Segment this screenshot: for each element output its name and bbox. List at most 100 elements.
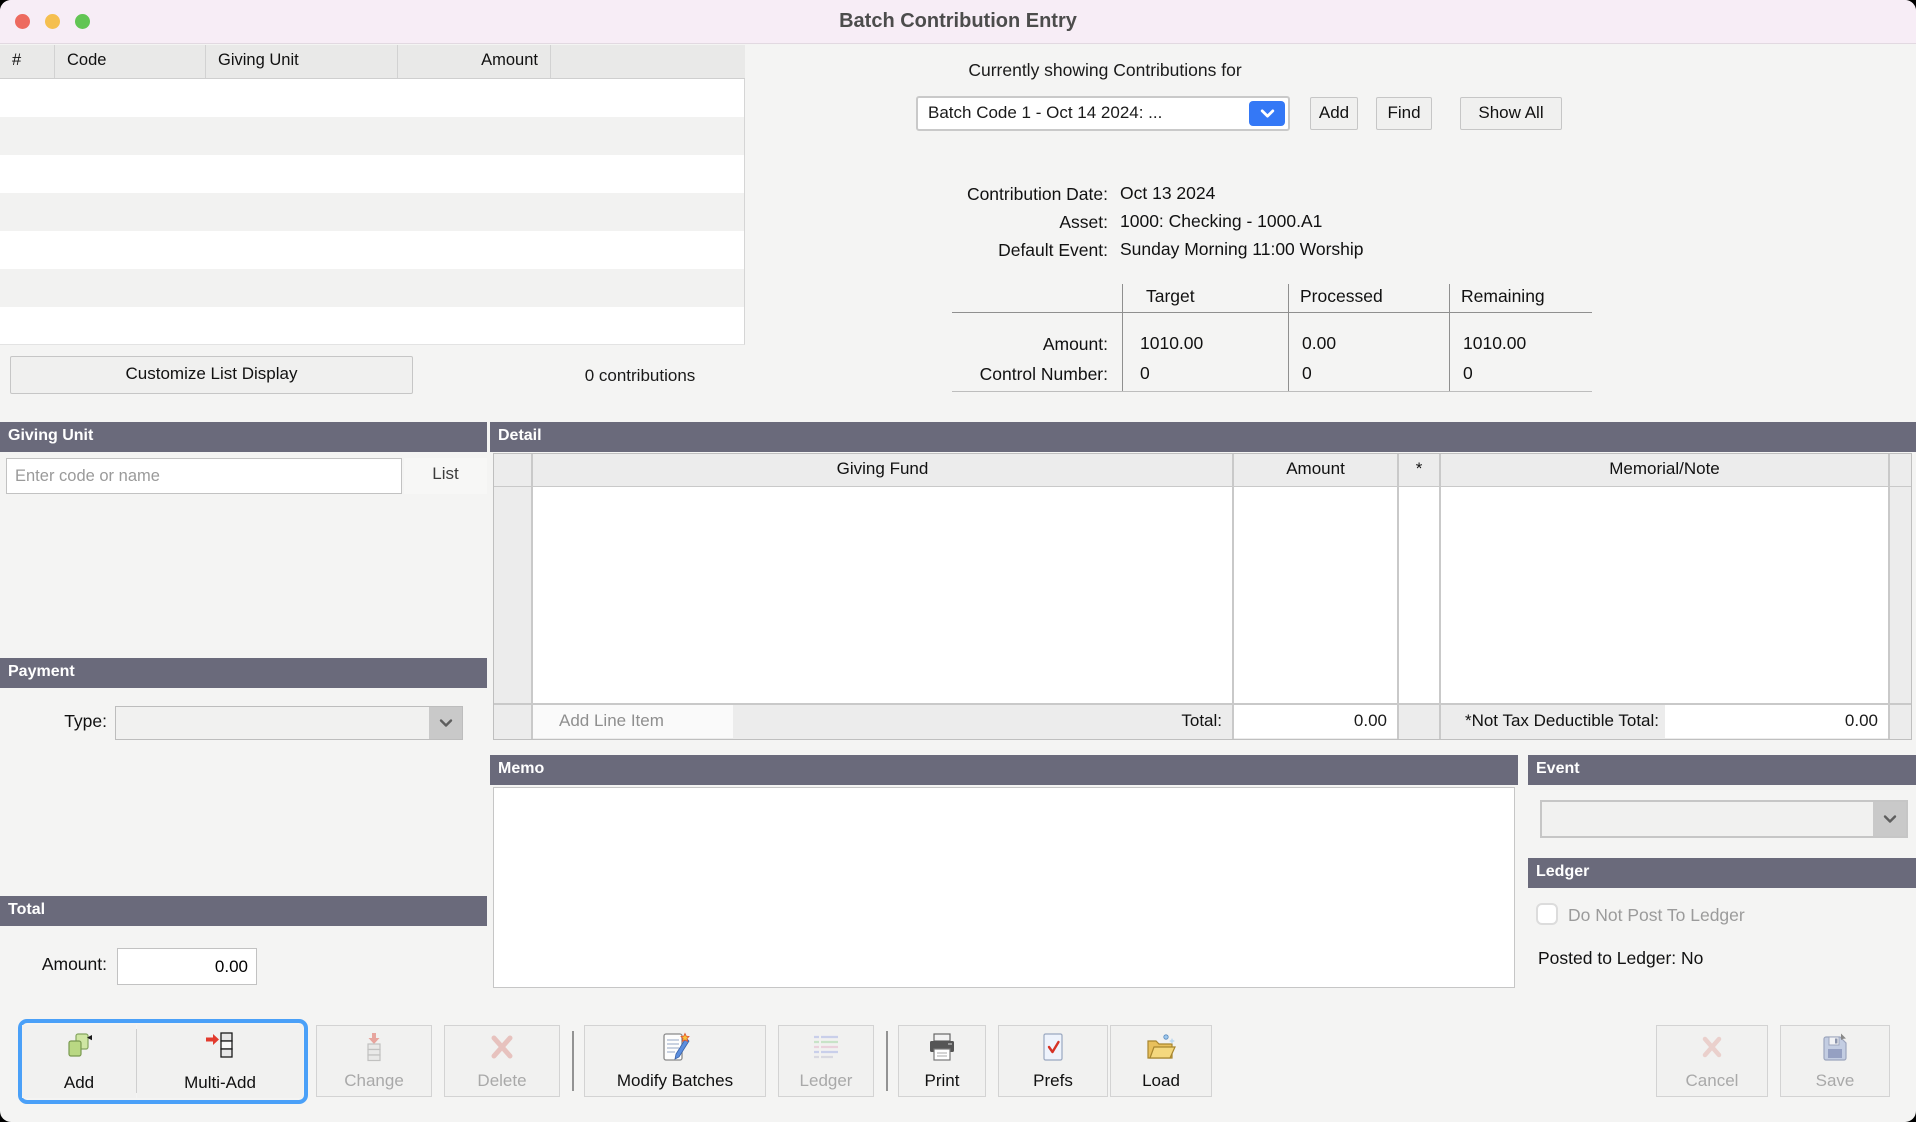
contribution-list-header: # Code Giving Unit Amount <box>0 45 745 79</box>
ledger-band: Ledger <box>1528 858 1916 888</box>
customize-list-display-button[interactable]: Customize List Display <box>10 356 413 394</box>
load-icon <box>1111 1032 1211 1062</box>
total-amount-label: Amount: <box>0 954 107 975</box>
summary-control-target: 0 <box>1140 363 1150 384</box>
total-amount-input[interactable] <box>117 948 257 985</box>
not-tax-deductible-value: 0.00 <box>1665 705 1888 738</box>
ledger-icon <box>779 1032 873 1062</box>
chevron-down-icon[interactable] <box>1873 802 1906 836</box>
giving-unit-band: Giving Unit <box>0 422 487 452</box>
detail-col-giving-fund: Giving Fund Add Line Item Total: <box>531 454 1232 739</box>
payment-type-label: Type: <box>0 711 107 732</box>
list-row <box>0 155 744 193</box>
event-band: Event <box>1528 755 1916 785</box>
batch-select-value: Batch Code 1 - Oct 14 2024: ... <box>918 98 1288 123</box>
modify-batches-button[interactable]: Modify Batches <box>584 1025 766 1097</box>
memo-band: Memo <box>490 755 1518 785</box>
not-tax-deductible-label: *Not Tax Deductible Total: <box>1441 705 1665 738</box>
total-band: Total <box>0 896 487 926</box>
detail-amount-cells[interactable] <box>1234 487 1397 703</box>
detail-star-cells[interactable] <box>1399 487 1439 703</box>
multi-add-button[interactable]: Multi-Add <box>137 1025 303 1098</box>
detail-giving-fund-cells[interactable] <box>533 487 1232 703</box>
contribution-date-label: Contribution Date: <box>860 184 1108 205</box>
summary-col-processed: Processed <box>1300 286 1383 307</box>
summary-control-remaining: 0 <box>1463 363 1473 384</box>
prefs-button[interactable]: Prefs <box>998 1025 1108 1097</box>
batch-contribution-entry-window: Batch Contribution Entry # Code Giving U… <box>0 0 1916 1122</box>
detail-header-memorial[interactable]: Memorial/Note <box>1441 454 1888 487</box>
list-row <box>0 117 744 155</box>
save-button[interactable]: Save <box>1780 1025 1890 1097</box>
batch-heading: Currently showing Contributions for <box>880 60 1330 81</box>
titlebar: Batch Contribution Entry <box>0 0 1916 44</box>
cancel-icon <box>1657 1032 1767 1062</box>
chevron-down-icon[interactable] <box>1249 101 1285 126</box>
find-batch-button[interactable]: Find <box>1376 97 1432 130</box>
memo-textarea[interactable] <box>493 787 1515 988</box>
detail-col-gutter <box>494 454 531 739</box>
load-button[interactable]: Load <box>1110 1025 1212 1097</box>
add-line-item-button[interactable]: Add Line Item <box>533 705 733 738</box>
add-button[interactable]: Add <box>22 1025 136 1098</box>
cancel-button[interactable]: Cancel <box>1656 1025 1768 1097</box>
payment-band: Payment <box>0 658 487 688</box>
payment-type-select[interactable] <box>115 706 463 740</box>
toolbar-separator <box>572 1031 574 1091</box>
detail-col-memorial: Memorial/Note *Not Tax Deductible Total:… <box>1439 454 1888 739</box>
chevron-down-icon[interactable] <box>429 707 462 739</box>
toolbar-highlight-group: Add Multi-Add <box>18 1019 308 1104</box>
contribution-list[interactable] <box>0 79 745 345</box>
detail-memorial-cells[interactable] <box>1441 487 1888 703</box>
toolbar-separator <box>886 1031 888 1091</box>
save-icon <box>1781 1032 1889 1062</box>
list-header-giving-unit[interactable]: Giving Unit <box>206 45 398 78</box>
batch-select[interactable]: Batch Code 1 - Oct 14 2024: ... <box>916 96 1290 131</box>
detail-total-label: Total: <box>733 705 1232 738</box>
detail-header-star[interactable]: * <box>1399 454 1439 487</box>
detail-total-value: 0.00 <box>1234 705 1397 738</box>
list-button[interactable]: List <box>404 458 487 494</box>
giving-unit-search-input[interactable] <box>6 458 402 494</box>
list-row <box>0 79 744 117</box>
list-header-filler <box>551 45 745 78</box>
summary-control-label: Control Number: <box>860 364 1108 385</box>
detail-col-star: * <box>1397 454 1439 739</box>
summary-amount-processed: 0.00 <box>1302 333 1336 354</box>
list-row <box>0 231 744 269</box>
list-row <box>0 307 744 345</box>
detail-header-amount[interactable]: Amount <box>1234 454 1397 487</box>
summary-col-target: Target <box>1146 286 1195 307</box>
window-title: Batch Contribution Entry <box>0 10 1916 33</box>
delete-button[interactable]: Delete <box>444 1025 560 1097</box>
prefs-icon <box>999 1032 1107 1062</box>
default-event-label: Default Event: <box>860 240 1108 261</box>
print-icon <box>899 1032 985 1062</box>
asset-value: 1000: Checking - 1000.A1 <box>1120 211 1322 232</box>
detail-band: Detail <box>490 422 1916 452</box>
asset-label: Asset: <box>860 212 1108 233</box>
detail-header-giving-fund[interactable]: Giving Fund <box>533 454 1232 487</box>
list-row <box>0 269 744 307</box>
event-select[interactable] <box>1540 800 1908 838</box>
contribution-date-value: Oct 13 2024 <box>1120 183 1215 204</box>
list-header-amount[interactable]: Amount <box>398 45 551 78</box>
do-not-post-checkbox[interactable] <box>1536 903 1558 925</box>
delete-icon <box>445 1032 559 1062</box>
add-batch-button[interactable]: Add <box>1310 97 1358 130</box>
ledger-button[interactable]: Ledger <box>778 1025 874 1097</box>
change-button[interactable]: Change <box>316 1025 432 1097</box>
show-all-button[interactable]: Show All <box>1460 97 1562 130</box>
print-button[interactable]: Print <box>898 1025 986 1097</box>
summary-control-processed: 0 <box>1302 363 1312 384</box>
summary-amount-label: Amount: <box>860 334 1108 355</box>
do-not-post-label: Do Not Post To Ledger <box>1568 905 1745 926</box>
detail-col-scroll-strip[interactable] <box>1888 454 1911 739</box>
change-icon <box>317 1032 431 1062</box>
multi-add-icon <box>137 1031 303 1061</box>
list-header-number[interactable]: # <box>0 45 55 78</box>
list-header-code[interactable]: Code <box>55 45 206 78</box>
summary-amount-remaining: 1010.00 <box>1463 333 1526 354</box>
detail-col-amount: Amount 0.00 <box>1232 454 1397 739</box>
list-row <box>0 193 744 231</box>
